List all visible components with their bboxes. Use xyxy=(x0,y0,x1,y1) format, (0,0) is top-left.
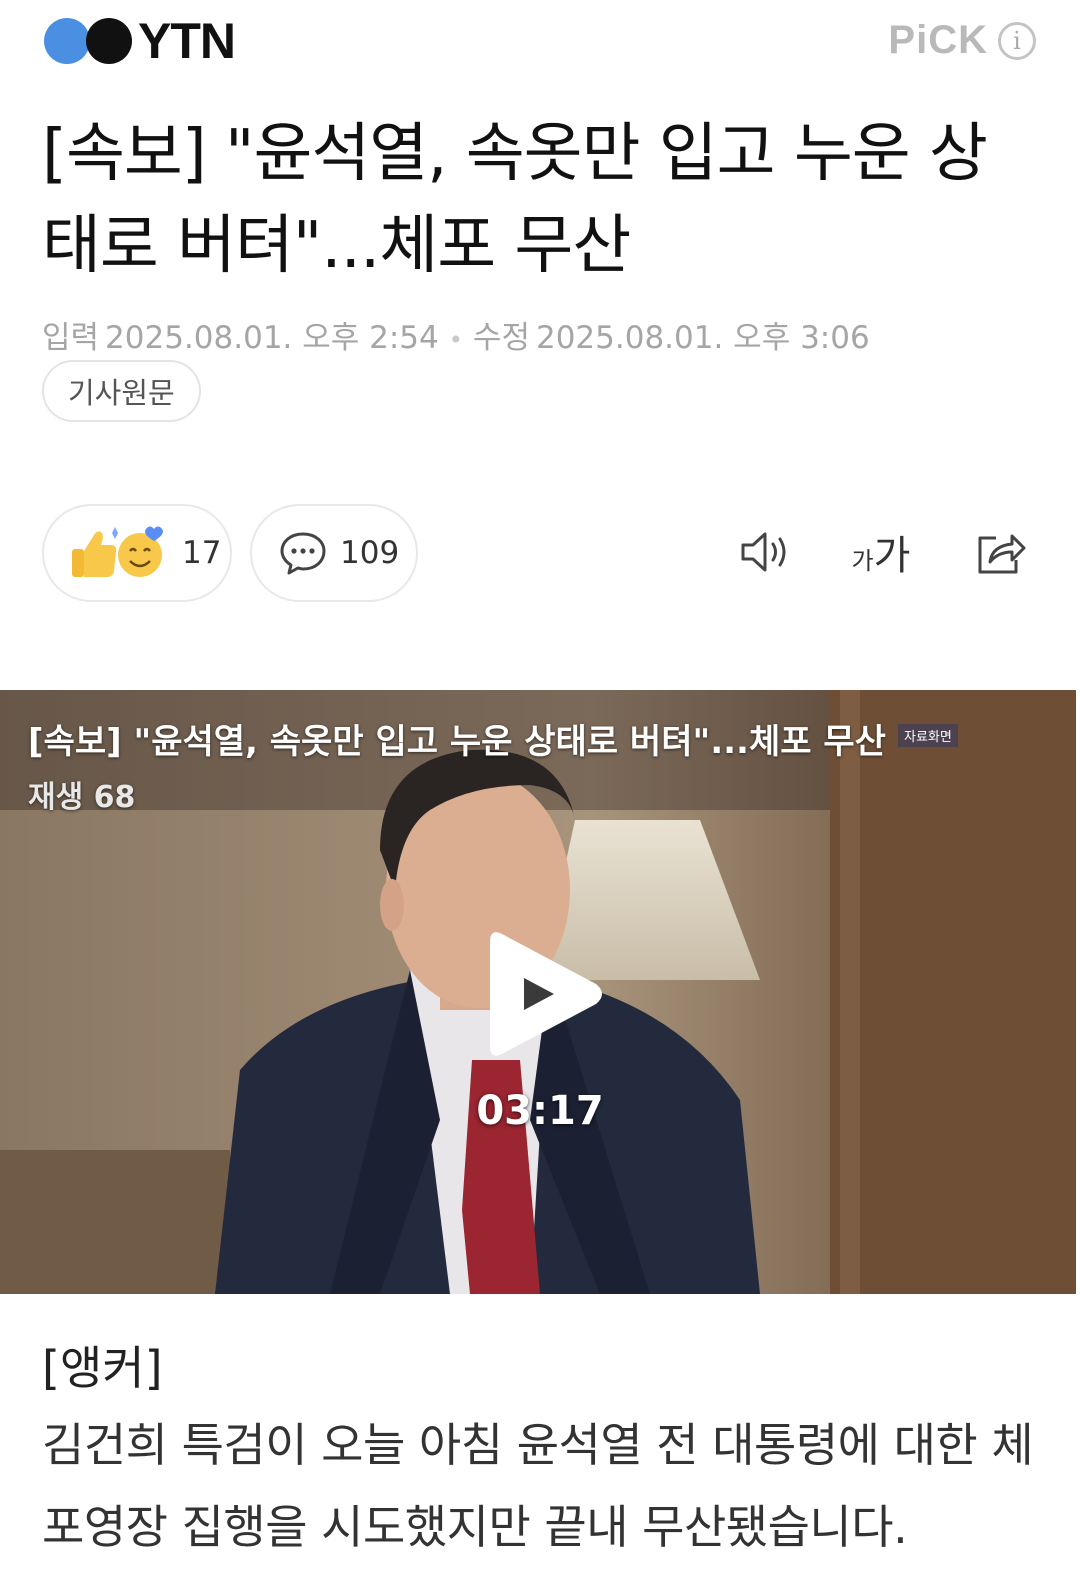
comment-count: 109 xyxy=(340,535,400,571)
published-label: 입력 xyxy=(42,320,100,356)
play-icon[interactable] xyxy=(472,920,612,1068)
published-date: 2025.08.01. 오후 2:54 xyxy=(105,320,439,356)
font-size-icon: 가가 xyxy=(852,523,911,581)
reaction-emoji-icon xyxy=(70,523,170,583)
video-play-count: 재생 68 xyxy=(28,780,136,815)
pick-label: PiCK xyxy=(888,18,988,62)
article-body: 김건희 특검이 오늘 아침 윤석열 전 대통령에 대한 체포영장 집행을 시도했… xyxy=(42,1418,1034,1554)
font-small-glyph: 가 xyxy=(851,547,874,575)
video-title: [속보] "윤석열, 속옷만 입고 누운 상태로 버텨"...체포 무산 xyxy=(28,722,886,762)
comment-icon xyxy=(280,532,326,575)
anchor-label: [앵커] xyxy=(42,1341,163,1395)
font-size-button[interactable]: 가가 xyxy=(846,520,916,584)
logo-black-dot xyxy=(86,18,132,64)
logo-blue-dot xyxy=(44,18,90,64)
speaker-icon xyxy=(741,532,786,572)
video-duration: 03:17 xyxy=(476,1088,604,1134)
article-title: [속보] "윤석열, 속옷만 입고 누운 상태로 버텨"...체포 무산 xyxy=(42,117,988,283)
reaction-button[interactable]: 17 xyxy=(42,504,232,602)
reaction-count: 17 xyxy=(182,535,222,571)
text-to-speech-button[interactable] xyxy=(732,520,802,584)
date-separator: • xyxy=(448,326,463,354)
logo-text: YTN xyxy=(138,13,236,69)
comment-button[interactable]: 109 xyxy=(250,504,418,602)
modified-label: 수정 xyxy=(472,320,530,356)
article-dates: 입력 2025.08.01. 오후 2:54 • 수정 2025.08.01. 오후 3… xyxy=(42,312,870,357)
ytn-logo[interactable]: YTN xyxy=(44,13,236,69)
archive-footage-badge: 자료화면 xyxy=(898,724,958,747)
original-article-button[interactable]: 기사원문 xyxy=(42,360,201,422)
font-large-glyph: 가 xyxy=(873,533,911,579)
share-icon xyxy=(978,534,1026,574)
share-button[interactable] xyxy=(966,520,1036,584)
pick-badge[interactable]: PiCK i xyxy=(888,18,1036,63)
info-icon[interactable]: i xyxy=(998,21,1036,60)
modified-date: 2025.08.01. 오후 3:06 xyxy=(535,320,870,356)
